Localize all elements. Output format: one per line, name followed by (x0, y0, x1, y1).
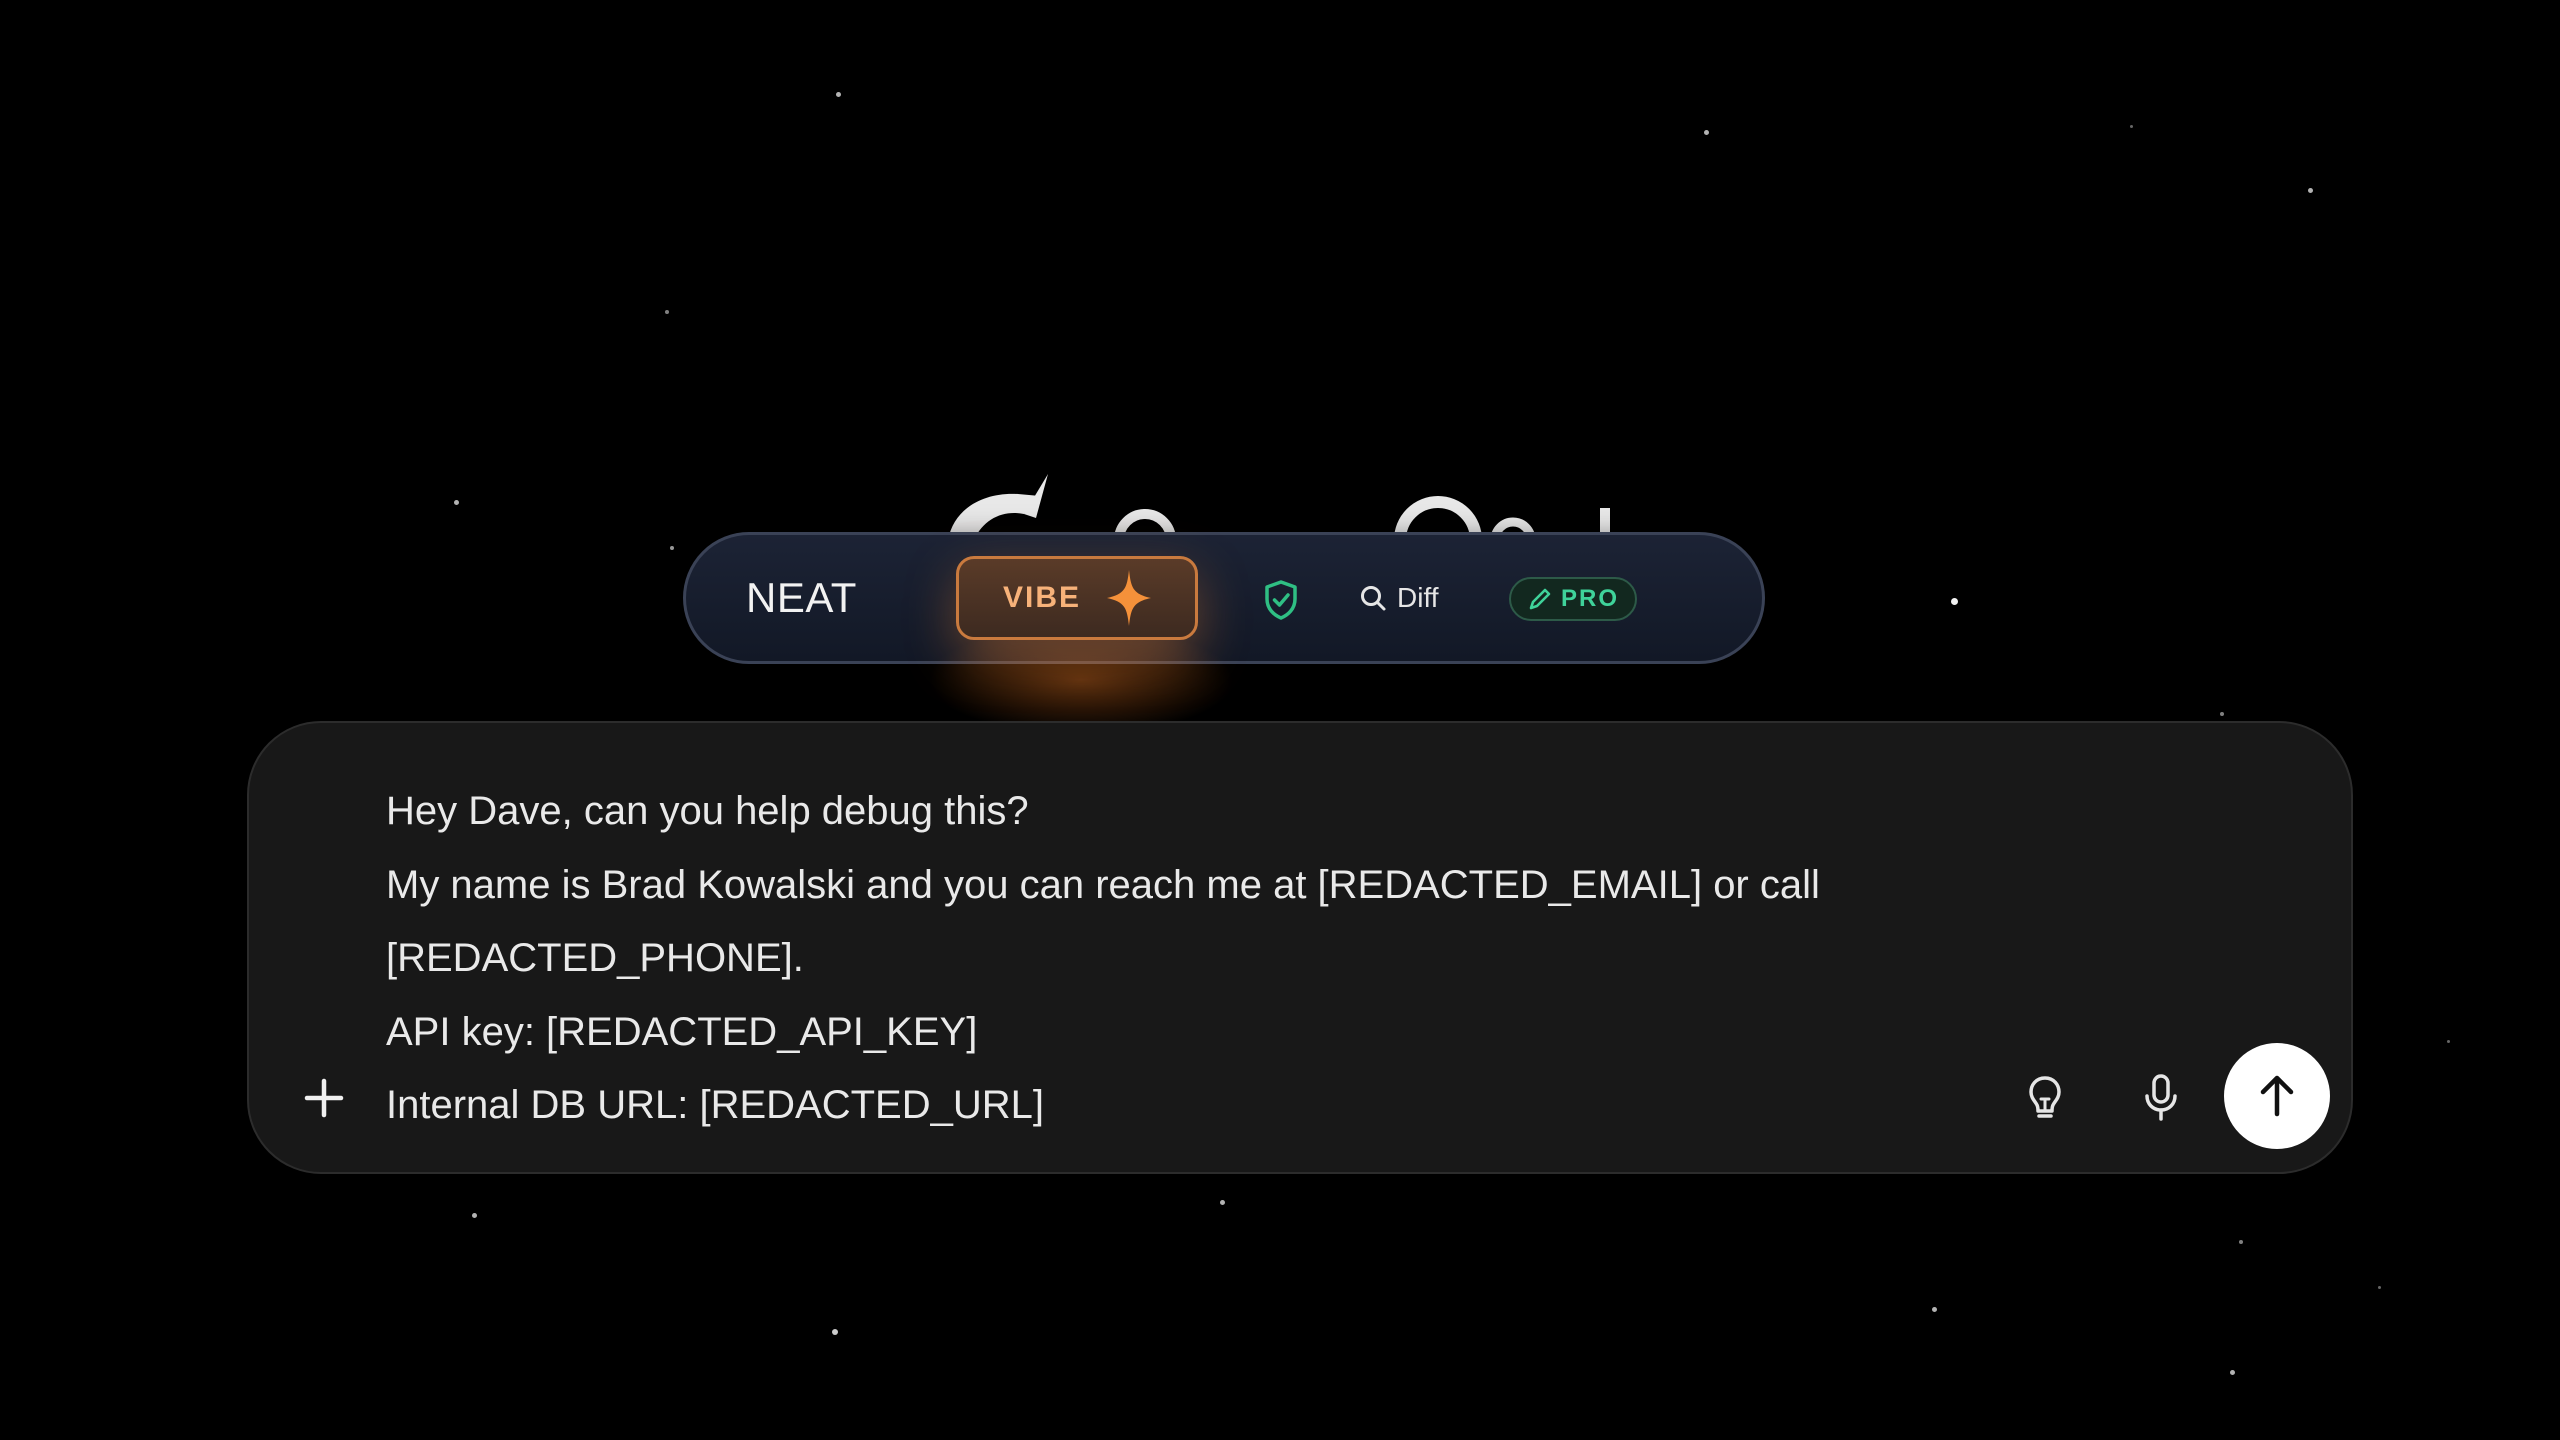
privacy-shield-button[interactable] (1264, 580, 1298, 625)
message-line: Hey Dave, can you help debug this? (386, 789, 1029, 833)
message-line: My name is Brad Kowalski and you can rea… (386, 862, 1820, 907)
lightbulb-icon (2029, 1076, 2061, 1118)
diff-label: Diff (1397, 582, 1439, 613)
chat-composer: Hey Dave, can you help debug this? My na… (247, 721, 2353, 1174)
pencil-icon (1529, 588, 1551, 610)
pro-label: PRO (1560, 585, 1619, 612)
sparkle-icon (1107, 570, 1152, 626)
message-line: [REDACTED_PHONE]. (386, 936, 804, 980)
mode-vibe-button[interactable]: VIBE (956, 556, 1198, 640)
voice-input-button[interactable] (2133, 1070, 2189, 1126)
send-button[interactable] (2224, 1043, 2330, 1149)
message-line: Internal DB URL: [REDACTED_URL] (386, 1083, 1044, 1127)
arrow-up-icon (2260, 1075, 2294, 1117)
app-stage: NEAT VIBE Diff PRO Hey Dave, can you hel… (0, 0, 2560, 1440)
app-logo (940, 470, 1660, 540)
message-line: API key: [REDACTED_API_KEY] (386, 1009, 978, 1054)
mode-toolbar: NEAT VIBE Diff PRO (683, 532, 1765, 735)
microphone-icon (2145, 1074, 2177, 1121)
ideas-button[interactable] (2017, 1070, 2073, 1126)
plus-icon (304, 1078, 344, 1118)
shield-check-icon (1265, 580, 1297, 620)
vibe-glow (926, 625, 1236, 735)
message-input[interactable]: Hey Dave, can you help debug this? My na… (386, 775, 2206, 1143)
diff-button[interactable]: Diff (1359, 577, 1439, 619)
attach-button[interactable] (299, 1073, 349, 1123)
mode-vibe-label: VIBE (1002, 581, 1082, 614)
mode-neat-button[interactable]: NEAT (746, 535, 857, 661)
pro-badge-button[interactable]: PRO (1509, 577, 1637, 621)
logo-mark (948, 474, 1610, 540)
search-icon (1361, 586, 1386, 611)
